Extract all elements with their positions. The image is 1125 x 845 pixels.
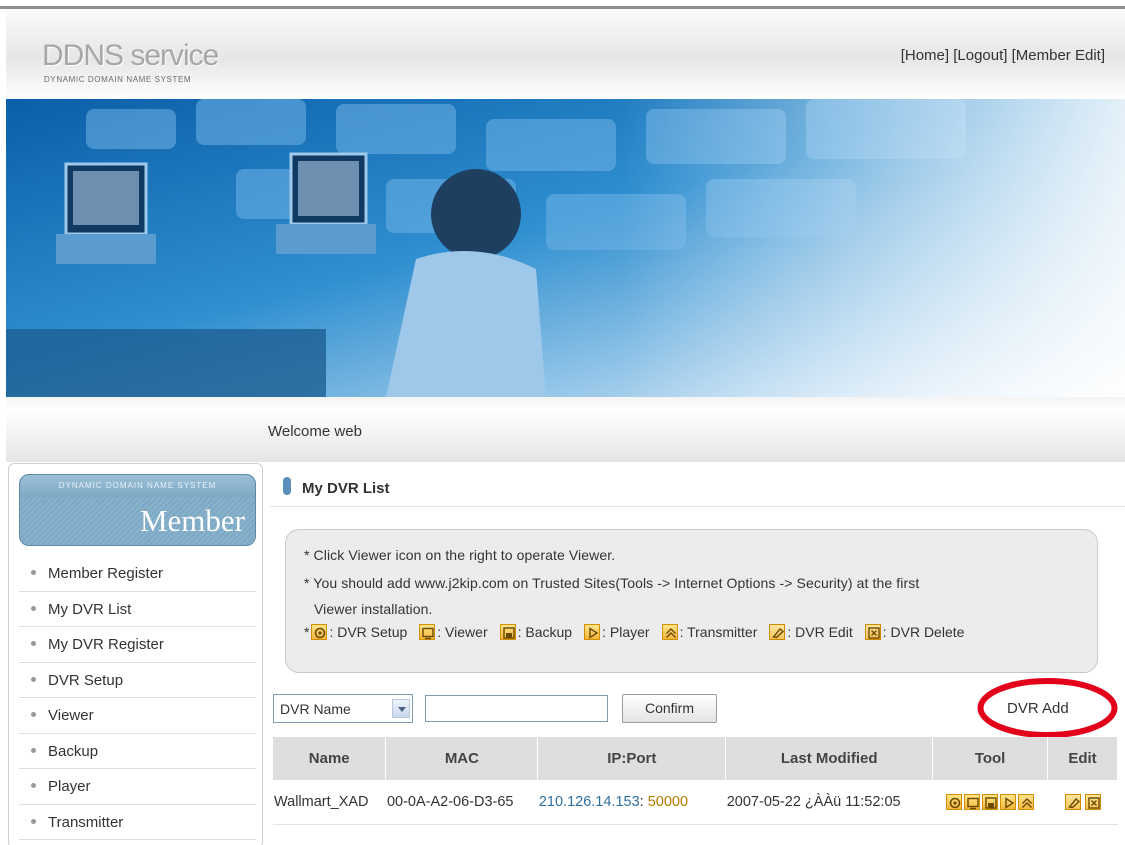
cell-last-modified: 2007-05-22 ¿ÀÀü 11:52:05 — [725, 780, 933, 825]
viewer-icon[interactable] — [964, 793, 981, 810]
dvr-delete-icon[interactable] — [1084, 793, 1101, 810]
sidebar-item-label: DVR Setup — [48, 671, 124, 689]
legend-prefix: * — [304, 624, 310, 640]
info-line-1: * Click Viewer icon on the right to oper… — [304, 547, 616, 563]
legend-label: : Backup — [517, 624, 573, 640]
member-edit-link[interactable]: [Member Edit] — [1012, 47, 1105, 64]
banner-image — [6, 99, 1125, 397]
sidebar-item-label: Member Register — [48, 565, 164, 582]
cell-mac: 00-0A-A2-06-D3-65 — [385, 780, 538, 825]
table-row: Wallmart_XAD 00-0A-A2-06-D3-65 210.126.1… — [273, 780, 1118, 825]
page-title: My DVR List — [302, 480, 390, 497]
logo-subtitle: DYNAMIC DOMAIN NAME SYSTEM — [44, 75, 192, 84]
confirm-button[interactable]: Confirm — [622, 694, 717, 723]
search-row: DVR Name Confirm DVR Add — [273, 694, 1123, 724]
cell-name: Wallmart_XAD — [273, 780, 386, 825]
welcome-text: Welcome web — [268, 423, 362, 440]
bullet-icon — [31, 818, 36, 824]
ip-port-separator: : — [639, 793, 644, 810]
header: DDNS service DYNAMIC DOMAIN NAME SYSTEM … — [6, 9, 1125, 99]
welcome-bar: Welcome web — [6, 397, 1125, 462]
sidebar-item-viewer[interactable]: Viewer — [19, 698, 256, 734]
bullet-icon — [31, 641, 36, 647]
search-field-select[interactable]: DVR Name — [273, 694, 413, 723]
search-input[interactable] — [425, 695, 608, 722]
sidebar-item-label: Backup — [48, 742, 99, 760]
dvr-setup-icon[interactable] — [946, 793, 963, 810]
sidebar-item-player[interactable]: Player — [19, 769, 256, 805]
top-links: [Home] [Logout] [Member Edit] — [901, 47, 1105, 64]
column-header-mac: MAC — [385, 737, 539, 780]
sidebar-item-member-register[interactable]: Member Register — [19, 556, 256, 592]
sidebar-item-backup[interactable]: Backup — [19, 734, 256, 769]
logo-title: DDNS service — [42, 39, 219, 72]
backup-icon[interactable] — [982, 793, 999, 810]
chevron-down-icon[interactable] — [392, 699, 410, 718]
section-header: My DVR List — [270, 467, 1125, 507]
player-icon — [584, 624, 601, 640]
column-header-name: Name — [273, 737, 387, 780]
cell-edit — [1047, 780, 1118, 825]
dvr-table: Name MAC IP:Port Last Modified Tool Edit… — [273, 737, 1118, 825]
sidebar-item-label: Viewer — [48, 707, 94, 724]
legend-label: : Player — [602, 624, 650, 640]
legend-label: : Viewer — [437, 624, 488, 640]
dvr-edit-icon — [769, 624, 786, 640]
info-line-3: Viewer installation. — [314, 601, 433, 617]
legend-label: : Transmitter — [679, 624, 758, 640]
member-box-title: Member — [139, 503, 245, 538]
sidebar-item-my-dvr-register[interactable]: My DVR Register — [19, 627, 256, 663]
cell-tools — [932, 780, 1048, 825]
cell-ip-port: 210.126.14.153: 50000 — [537, 780, 726, 825]
backup-icon — [499, 624, 516, 640]
legend-label: : DVR Setup — [329, 624, 408, 640]
sidebar-item-label: Transmitter — [48, 813, 124, 831]
sidebar: DYNAMIC DOMAIN NAME SYSTEM Member Member… — [8, 463, 263, 845]
player-icon[interactable] — [1000, 793, 1017, 810]
legend-label: : DVR Edit — [787, 624, 853, 640]
logout-link[interactable]: [Logout] — [953, 47, 1007, 64]
member-box: DYNAMIC DOMAIN NAME SYSTEM Member — [19, 474, 256, 546]
sidebar-item-label: Player — [48, 778, 91, 795]
info-box: * Click Viewer icon on the right to oper… — [285, 529, 1098, 673]
column-header-tool: Tool — [932, 737, 1049, 780]
dvr-delete-icon — [864, 624, 881, 640]
section-marker-icon — [283, 477, 291, 495]
member-box-caption: DYNAMIC DOMAIN NAME SYSTEM — [20, 475, 255, 497]
transmitter-icon — [661, 624, 678, 640]
sidebar-item-label: My DVR Register — [48, 636, 164, 653]
dvr-setup-icon — [311, 624, 328, 640]
ip-address: 210.126.14.153 — [538, 793, 640, 810]
bullet-icon — [31, 747, 36, 753]
sidebar-nav: Member Register My DVR List My DVR Regis… — [19, 556, 256, 840]
bullet-icon — [31, 783, 36, 789]
transmitter-icon[interactable] — [1018, 793, 1035, 810]
column-header-last-modified: Last Modified — [725, 737, 934, 780]
sidebar-item-transmitter[interactable]: Transmitter — [19, 805, 256, 840]
column-header-ip-port: IP:Port — [537, 737, 727, 780]
dvr-edit-icon[interactable] — [1064, 793, 1081, 810]
home-link[interactable]: [Home] — [901, 47, 949, 64]
legend-label: : DVR Delete — [882, 624, 965, 640]
viewer-icon — [419, 624, 436, 640]
select-value: DVR Name — [280, 701, 351, 717]
info-line-2: * You should add www.j2kip.com on Truste… — [304, 575, 920, 591]
bullet-icon — [31, 712, 36, 718]
bullet-icon — [31, 676, 36, 682]
bullet-icon — [31, 570, 36, 576]
icon-legend: * : DVR Setup : Viewer : Backup : Player… — [304, 624, 964, 640]
table-header-row: Name MAC IP:Port Last Modified Tool Edit — [273, 737, 1118, 780]
sidebar-item-dvr-setup[interactable]: DVR Setup — [19, 663, 256, 698]
column-header-edit: Edit — [1047, 737, 1118, 780]
bullet-icon — [31, 605, 36, 611]
sidebar-item-my-dvr-list[interactable]: My DVR List — [19, 592, 256, 627]
dvr-add-link[interactable]: DVR Add — [1007, 700, 1069, 717]
port-number: 50000 — [647, 793, 689, 810]
sidebar-item-label: My DVR List — [48, 600, 132, 618]
